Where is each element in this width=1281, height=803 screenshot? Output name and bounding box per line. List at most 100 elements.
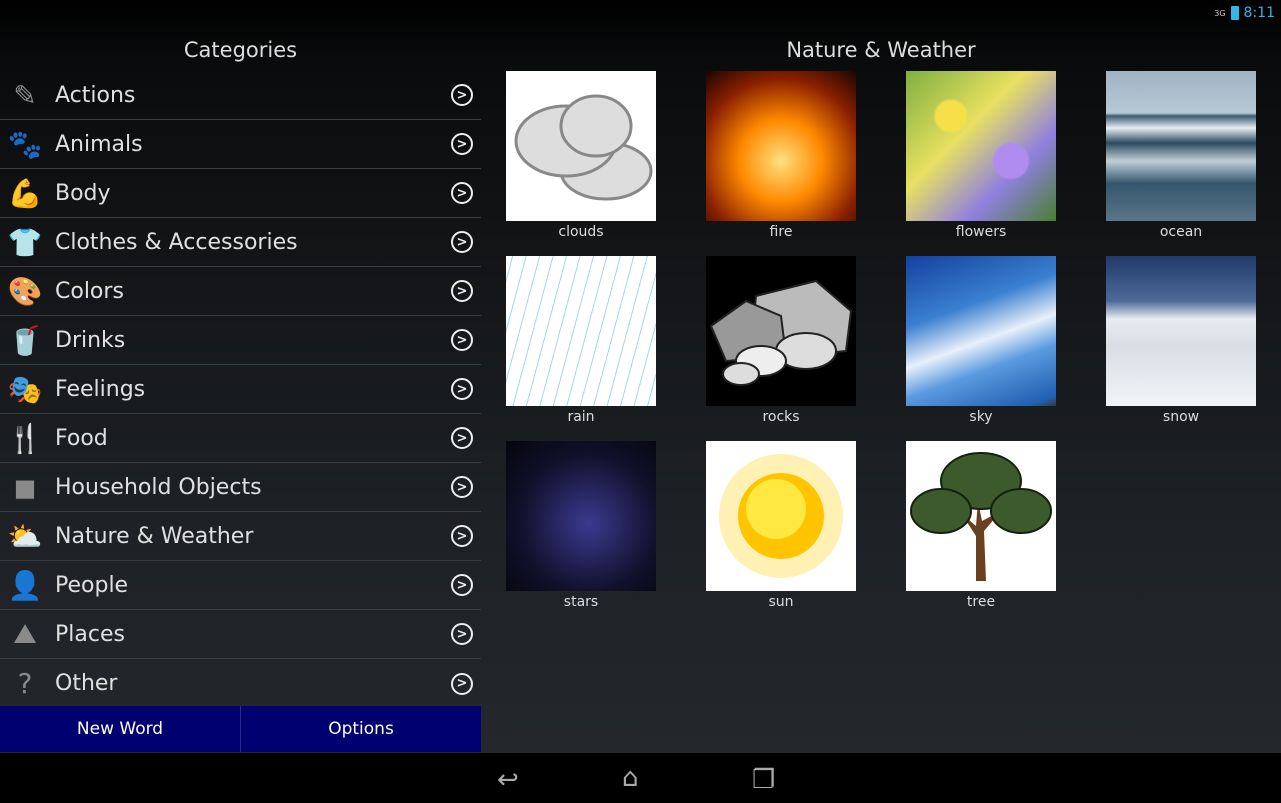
options-button[interactable]: Options [241,706,481,752]
ocean-image [1106,71,1256,221]
word-label: flowers [955,224,1007,240]
category-item[interactable]: 🍴 Food > [0,414,481,463]
category-label: Clothes & Accessories [55,229,298,255]
rain-image [506,256,656,406]
cloud-sun-icon: ⛅ [7,519,43,553]
chevron-right-icon[interactable]: > [451,329,473,351]
status-bar: 3G 8:11 [0,0,1281,26]
word-label: stars [563,594,599,610]
category-label: Household Objects [55,474,262,500]
category-list: ✎ Actions > 🐾 Animals > 💪 Body > 👕 Clothes … [0,71,481,708]
word-label: sky [969,409,993,425]
shapes-icon: ◼ [13,470,37,504]
category-item[interactable]: 🎭 Feelings > [0,365,481,414]
clouds-image [506,71,656,221]
shirt-icon: 👕 [7,225,43,259]
actions-icon: ✎ [13,78,37,112]
chevron-right-icon[interactable]: > [451,280,473,302]
category-item[interactable]: 🎨 Colors > [0,267,481,316]
word-tile[interactable]: fire [706,71,856,240]
rocks-image [706,256,856,406]
word-tile[interactable]: ocean [1106,71,1256,240]
word-tile[interactable]: rocks [706,256,856,425]
category-item[interactable]: 👕 Clothes & Accessories > [0,218,481,267]
category-label: Places [55,621,125,647]
person-icon: 👤 [7,568,43,602]
chevron-right-icon[interactable]: > [451,476,473,498]
word-tile[interactable]: rain [506,256,656,425]
signal-icon: 3G [1214,8,1226,18]
category-label: People [55,572,129,598]
cup-icon: 🥤 [7,323,43,357]
paw-icon: 🐾 [7,127,43,161]
sky-image [906,256,1056,406]
snow-image [1106,256,1256,406]
category-label: Actions [55,82,136,108]
masks-icon: 🎭 [7,372,43,406]
category-item[interactable]: ? Other > [0,659,481,708]
category-label: Feelings [55,376,146,402]
navigation-bar: ↩ ⌂ ❐ [0,753,1281,803]
word-tile[interactable]: clouds [506,71,656,240]
word-tile[interactable]: sun [706,441,856,610]
word-label: fire [769,224,793,240]
word-tile[interactable]: tree [906,441,1056,610]
word-label: snow [1162,409,1200,425]
word-label: tree [966,594,996,610]
word-label: ocean [1159,224,1203,240]
recents-icon[interactable]: ❐ [752,765,775,795]
flowers-image [906,71,1056,221]
chevron-right-icon[interactable]: > [451,574,473,596]
chevron-right-icon[interactable]: > [451,231,473,253]
words-panel: Nature & Weather clouds fire flowers oce… [481,26,1281,610]
sun-image [706,441,856,591]
categories-panel: Categories ✎ Actions > 🐾 Animals > 💪 Body … [0,26,481,708]
word-tile[interactable]: stars [506,441,656,610]
word-label: clouds [558,224,604,240]
category-item[interactable]: ⛅ Nature & Weather > [0,512,481,561]
word-label: rocks [762,409,800,425]
chevron-right-icon[interactable]: > [451,623,473,645]
stars-image [506,441,656,591]
chevron-right-icon[interactable]: > [451,84,473,106]
chevron-right-icon[interactable]: > [451,182,473,204]
category-label: Drinks [55,327,126,353]
category-item[interactable]: ⛰ Places > [0,610,481,659]
categories-title: Categories [183,38,298,62]
category-item[interactable]: 💪 Body > [0,169,481,218]
chevron-right-icon[interactable]: > [451,427,473,449]
category-item[interactable]: 🥤 Drinks > [0,316,481,365]
category-item[interactable]: 🐾 Animals > [0,120,481,169]
word-tile[interactable]: flowers [906,71,1056,240]
bottom-buttons: New Word Options [0,706,481,752]
category-item[interactable]: ◼ Household Objects > [0,463,481,512]
category-label: Other [55,671,118,696]
fire-image [706,71,856,221]
category-label: Body [55,180,111,206]
back-icon[interactable]: ↩ [497,765,519,795]
category-item[interactable]: ✎ Actions > [0,71,481,120]
question-icon: ? [17,667,33,700]
arm-icon: 💪 [7,176,43,210]
category-item[interactable]: 👤 People > [0,561,481,610]
word-label: rain [567,409,595,425]
battery-icon [1230,6,1239,20]
paint-icon: 🎨 [7,274,43,308]
chevron-right-icon[interactable]: > [451,378,473,400]
new-word-button[interactable]: New Word [0,706,241,752]
word-tile[interactable]: snow [1106,256,1256,425]
category-label: Food [55,425,108,451]
category-label: Nature & Weather [55,523,254,549]
chevron-right-icon[interactable]: > [451,672,473,695]
mountains-icon: ⛰ [13,617,37,650]
home-icon[interactable]: ⌂ [622,763,639,793]
category-title: Nature & Weather [786,38,976,62]
clock: 8:11 [1243,5,1275,21]
word-tile[interactable]: sky [906,256,1056,425]
chevron-right-icon[interactable]: > [451,133,473,155]
word-label: sun [768,594,794,610]
tree-image [906,441,1056,591]
chevron-right-icon[interactable]: > [451,525,473,547]
category-label: Colors [55,278,124,304]
category-label: Animals [55,131,143,157]
